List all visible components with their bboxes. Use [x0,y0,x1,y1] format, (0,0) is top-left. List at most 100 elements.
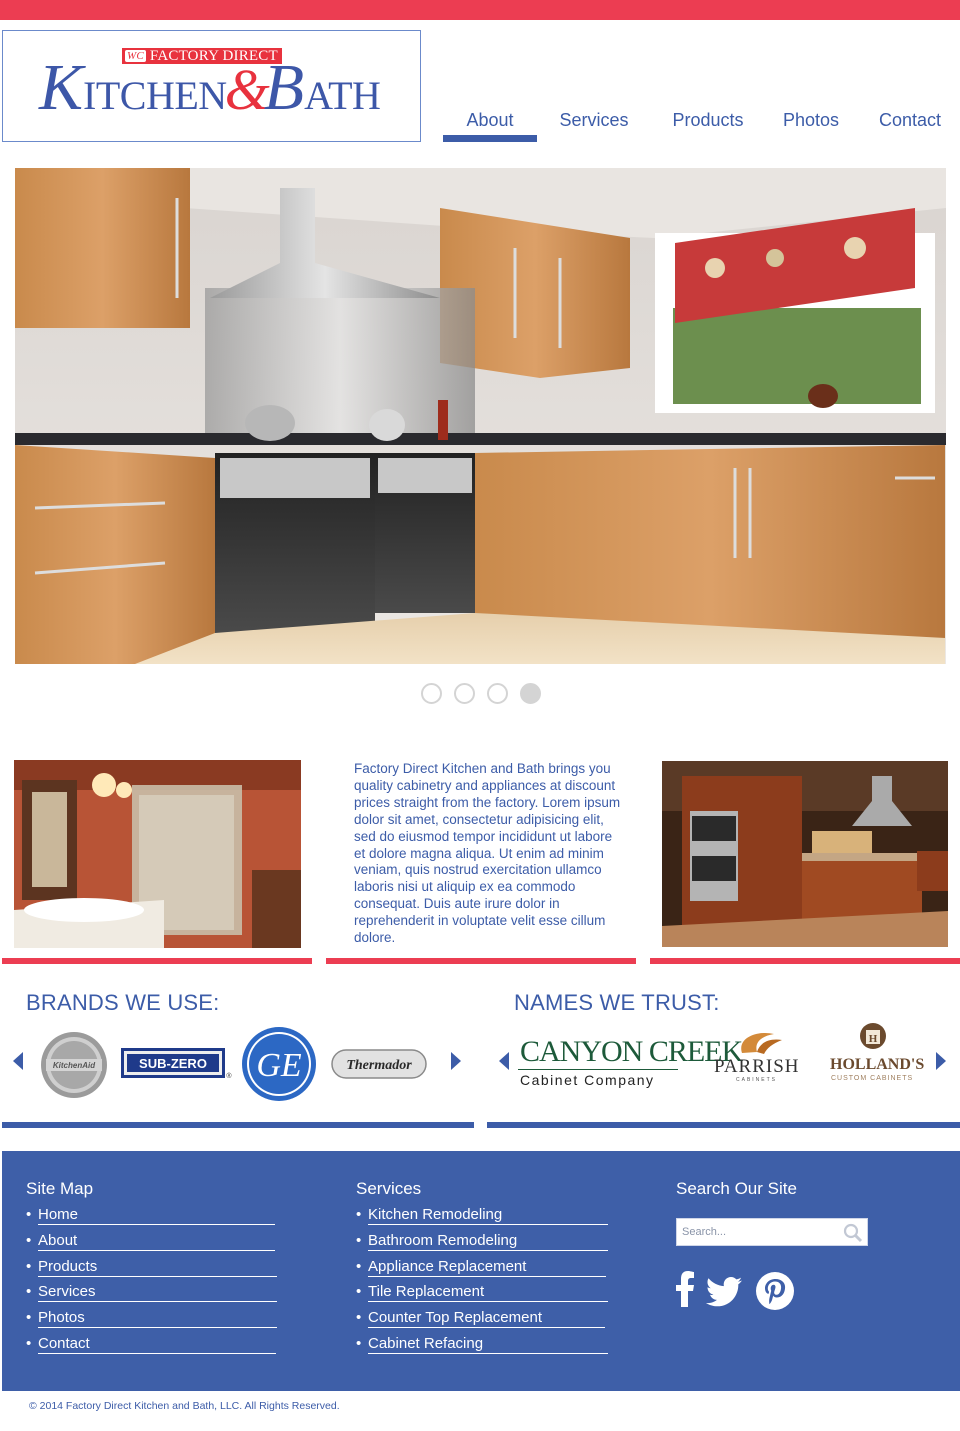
slider-dot-1[interactable] [421,683,442,704]
divider-blue-1 [2,1122,474,1128]
nav-contact[interactable]: Contact [869,108,951,142]
slider-dot-2[interactable] [454,683,475,704]
search-input[interactable]: Search... [676,1218,868,1246]
services-link-appliance-label: Appliance Replacement [368,1257,527,1275]
sitemap-link-home-label: Home [38,1206,79,1223]
nav-products[interactable]: Products [658,108,758,142]
sitemap-link-products[interactable]: • Products [26,1257,277,1283]
services-link-bathroom[interactable]: • Bathroom Remodeling [356,1231,608,1257]
services-link-tile-label: Tile Replacement [368,1283,485,1301]
bathroom-photo[interactable] [14,760,301,948]
sitemap-link-photos[interactable]: • Photos [26,1308,277,1334]
sitemap-link-about-label: About [38,1231,78,1249]
services-title: Services [356,1179,422,1198]
svg-text:GE: GE [256,1047,302,1084]
names-title: NAMES WE TRUST: [514,990,720,1015]
link-underline [38,1352,276,1354]
svg-text:KitchenAid: KitchenAid [53,1061,96,1070]
names-next-arrow-icon[interactable] [936,1052,946,1070]
divider-red-1 [2,958,312,964]
link-underline [38,1249,275,1251]
footer-services: Services • Kitchen Remodeling • Bathroom R… [356,1179,608,1360]
link-underline [38,1275,277,1277]
hollands-name: HOLLAND'S [830,1056,925,1073]
ge-logo: GE [241,1026,317,1102]
canyon-creek-name: CANYON CREEK [520,1035,743,1068]
logo-letter-k: K [39,51,84,124]
svg-text:SUB-ZERO: SUB-ZERO [139,1056,207,1071]
kitchen-photo[interactable] [662,761,948,947]
link-underline [38,1224,275,1225]
svg-text:®: ® [226,1072,232,1080]
services-link-countertop-label: Counter Top Replacement [368,1309,542,1327]
kitchenaid-logo: KitchenAid [40,1031,108,1099]
footer-search: Search Our Site [676,1179,797,1205]
services-link-bathroom-label: Bathroom Remodeling [368,1231,518,1249]
hollands-sub: CUSTOM CABINETS [831,1075,914,1082]
brands-title: BRANDS WE USE: [26,990,220,1015]
search-title: Search Our Site [676,1179,797,1198]
link-underline [38,1301,277,1303]
logo-word-bath: ATH [304,73,381,118]
services-link-appliance[interactable]: • Appliance Replacement [356,1257,606,1283]
nav-photos[interactable]: Photos [773,108,849,142]
footer-sitemap: Site Map • Home • About • Products • Service… [26,1179,277,1360]
logo-letter-b: B [263,51,305,124]
logo-wordmark: KITCHEN&BATH [39,55,381,121]
search-icon[interactable] [843,1223,863,1248]
slider-dot-4[interactable] [520,683,541,704]
slider-pagination [421,683,541,705]
nav-about[interactable]: About [443,108,537,142]
services-link-countertop[interactable]: • Counter Top Replacement [356,1308,605,1334]
site-footer: Site Map • Home • About • Products • Service… [2,1151,960,1391]
svg-text:H: H [869,1033,878,1045]
sitemap-link-home[interactable]: • Home [26,1205,275,1231]
brands-next-arrow-icon[interactable] [451,1052,461,1070]
parrish-logo: PARRISH CABINETS [712,1028,802,1088]
link-underline [368,1224,608,1225]
sitemap-link-contact[interactable]: • Contact [26,1334,276,1360]
link-underline [38,1327,277,1329]
services-link-kitchen-label: Kitchen Remodeling [368,1206,503,1223]
subzero-logo: SUB-ZERO ® [121,1048,233,1080]
sitemap-link-products-label: Products [38,1257,98,1275]
main-nav: About Services Products Photos Contact [443,108,960,142]
link-underline [368,1327,605,1329]
hollands-logo: H HOLLAND'S CUSTOM CABINETS [828,1022,924,1086]
parrish-sub: CABINETS [736,1077,778,1083]
sitemap-link-services[interactable]: • Services [26,1282,277,1308]
services-link-cabinet[interactable]: • Cabinet Refacing [356,1334,608,1360]
top-accent-bar [0,0,960,20]
sitemap-title: Site Map [26,1179,94,1198]
sitemap-link-about[interactable]: • About [26,1231,275,1257]
services-link-tile[interactable]: • Tile Replacement [356,1282,608,1308]
link-underline [368,1249,608,1251]
canyon-creek-sub: Cabinet Company [520,1072,655,1088]
facebook-icon[interactable] [675,1271,695,1312]
nav-services[interactable]: Services [547,108,641,142]
canyon-creek-logo: CANYON CREEK Cabinet Company [518,1035,743,1091]
parrish-name: PARRISH [714,1056,800,1077]
twitter-icon[interactable] [706,1277,742,1312]
site-logo[interactable]: WC FACTORY DIRECT KITCHEN&BATH [2,30,421,142]
search-placeholder: Search... [682,1226,727,1238]
brands-prev-arrow-icon[interactable] [13,1052,23,1070]
link-underline [368,1275,606,1277]
services-link-kitchen[interactable]: • Kitchen Remodeling [356,1205,608,1231]
pinterest-icon[interactable] [756,1272,794,1315]
logo-word-kitchen: ITCHEN [83,73,227,118]
svg-text:Thermador: Thermador [346,1058,412,1073]
canyon-creek-rule [518,1069,678,1070]
sitemap-link-services-label: Services [38,1283,96,1301]
divider-red-3 [650,958,960,964]
link-underline [368,1352,608,1354]
sitemap-link-contact-label: Contact [38,1334,90,1352]
names-prev-arrow-icon[interactable] [499,1052,509,1070]
hero-slider-image[interactable] [15,168,946,664]
sitemap-link-photos-label: Photos [38,1309,85,1327]
divider-red-2 [326,958,636,964]
slider-dot-3[interactable] [487,683,508,704]
divider-blue-2 [487,1122,960,1128]
thermador-logo: Thermador [331,1049,427,1079]
link-underline [368,1301,608,1303]
